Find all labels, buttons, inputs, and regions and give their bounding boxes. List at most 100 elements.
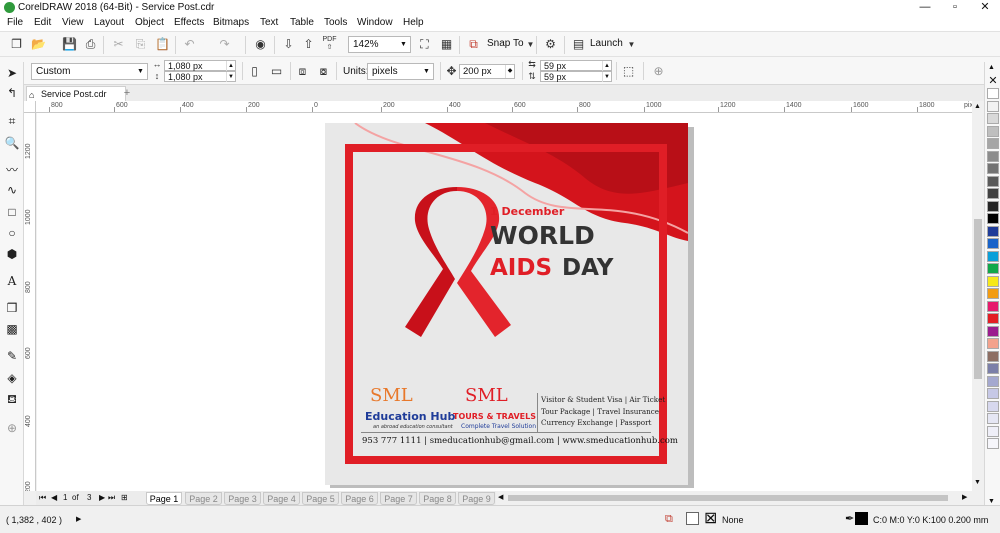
previous-page-icon[interactable]: ◀ xyxy=(51,493,57,502)
color-swatch[interactable] xyxy=(987,125,999,137)
vertical-scroll-thumb[interactable] xyxy=(974,219,982,379)
scroll-down-icon[interactable]: ▼ xyxy=(974,479,981,486)
close-button[interactable]: ✕ xyxy=(970,0,1000,16)
last-page-icon[interactable]: ⏭ xyxy=(108,493,115,503)
undo-icon[interactable]: ↶ xyxy=(181,36,198,53)
menu-file[interactable]: File xyxy=(7,17,23,28)
color-swatch[interactable] xyxy=(987,438,999,449)
horizontal-ruler[interactable]: 800 600 400 200 0 200 400 600 800 1000 1200 1400 160… xyxy=(36,101,984,113)
spin-arrows-icon[interactable]: ▲ xyxy=(226,61,235,71)
page-tab-7[interactable]: Page 7 xyxy=(380,492,417,505)
page-tab-2[interactable]: Page 2 xyxy=(185,492,222,505)
first-page-icon[interactable]: ⏮ xyxy=(39,493,46,503)
add-page-icon[interactable]: ⊞ xyxy=(121,493,128,502)
color-swatch[interactable] xyxy=(987,88,999,99)
color-swatch[interactable] xyxy=(987,313,999,324)
pick-tool-icon[interactable]: ➤ xyxy=(3,64,21,82)
polygon-tool-icon[interactable]: ⬢ xyxy=(3,245,21,263)
menu-help[interactable]: Help xyxy=(403,17,424,28)
export-icon[interactable]: ⇧ xyxy=(300,36,317,53)
menu-window[interactable]: Window xyxy=(357,17,393,28)
full-screen-preview-icon[interactable]: ⛶ xyxy=(416,36,433,53)
page-tab-5[interactable]: Page 5 xyxy=(302,492,339,505)
vertical-scrollbar[interactable]: ▲ ▼ xyxy=(972,101,984,491)
import-icon[interactable]: ⇩ xyxy=(280,36,297,53)
scroll-right-icon[interactable]: ▶ xyxy=(962,493,967,501)
page-size-preset-combo[interactable]: Custom ▼ xyxy=(31,63,148,80)
page-tab-3[interactable]: Page 3 xyxy=(224,492,261,505)
color-swatch[interactable] xyxy=(987,163,999,174)
next-page-icon[interactable]: ▶ xyxy=(99,493,105,502)
color-swatch[interactable] xyxy=(987,113,999,124)
color-swatch[interactable] xyxy=(987,388,999,399)
status-expand-arrow-icon[interactable]: ▶ xyxy=(76,515,81,523)
crop-tool-icon[interactable]: ⌗ xyxy=(3,112,21,130)
menu-edit[interactable]: Edit xyxy=(34,17,51,28)
color-swatch[interactable] xyxy=(987,300,999,312)
add-tab-icon[interactable]: + xyxy=(120,86,134,100)
spin-arrows-icon[interactable]: ▼ xyxy=(226,72,235,82)
page-tab-4[interactable]: Page 4 xyxy=(263,492,300,505)
publish-pdf-icon[interactable]: PDF ⇧ xyxy=(321,36,338,53)
current-page-icon[interactable]: ⧇ xyxy=(315,63,332,80)
color-swatch[interactable] xyxy=(987,413,999,424)
page-tab-1[interactable]: Page 1 xyxy=(146,492,182,505)
color-swatch[interactable] xyxy=(987,350,999,362)
quick-customize-plus-icon[interactable]: ⊕ xyxy=(650,63,667,80)
color-swatch[interactable] xyxy=(987,225,999,237)
restore-button[interactable]: ▫ xyxy=(940,0,970,16)
menu-layout[interactable]: Layout xyxy=(94,17,124,28)
landscape-icon[interactable]: ▭ xyxy=(268,63,285,80)
launch-icon[interactable]: ▤ xyxy=(570,36,587,53)
zoom-level-combo[interactable]: 142% ▼ xyxy=(348,36,411,53)
shape-tool-icon[interactable]: ↰ xyxy=(3,84,21,102)
fill-indicator-icon[interactable]: ⧉ xyxy=(665,513,673,526)
copy-icon[interactable]: ⎘ xyxy=(132,36,149,53)
transparency-tool-icon[interactable]: ▩ xyxy=(3,320,21,338)
document-tab[interactable]: ⌂ Service Post.cdr xyxy=(26,86,126,101)
minimize-button[interactable]: — xyxy=(910,0,940,16)
color-swatch[interactable] xyxy=(987,213,999,224)
cut-icon[interactable]: ✂ xyxy=(110,36,127,53)
all-pages-icon[interactable]: ⧈ xyxy=(294,63,311,80)
page-tab-6[interactable]: Page 6 xyxy=(341,492,378,505)
save-icon[interactable]: 💾 xyxy=(61,36,78,53)
spin-arrows-icon[interactable]: ▼ xyxy=(602,72,611,82)
color-swatch[interactable] xyxy=(987,363,999,374)
ellipse-tool-icon[interactable]: ○ xyxy=(3,224,21,242)
chevron-down-icon[interactable]: ▼ xyxy=(623,36,640,53)
color-swatch[interactable] xyxy=(987,263,999,274)
color-swatch[interactable] xyxy=(987,150,999,162)
duplicate-distance-x-input[interactable]: 59 px ▲ xyxy=(540,60,612,71)
color-swatch[interactable] xyxy=(987,275,999,287)
menu-bitmaps[interactable]: Bitmaps xyxy=(213,17,249,28)
spin-arrows-icon[interactable]: ▲ xyxy=(602,61,611,71)
units-combo[interactable]: pixels ▼ xyxy=(367,63,434,80)
color-swatch[interactable] xyxy=(987,200,999,212)
vertical-ruler[interactable]: 1200 1000 800 600 400 200 xyxy=(24,113,36,491)
launch-button[interactable]: Launch xyxy=(590,38,623,49)
search-content-icon[interactable]: ◉ xyxy=(252,36,269,53)
color-swatch[interactable] xyxy=(987,400,999,412)
redo-icon[interactable]: ↷ xyxy=(216,36,233,53)
freehand-tool-icon[interactable]: 〰 xyxy=(3,161,21,179)
menu-text[interactable]: Text xyxy=(260,17,278,28)
eyedropper-tool-icon[interactable]: ✎ xyxy=(3,347,21,365)
zoom-tool-icon[interactable]: 🔍 xyxy=(3,134,21,152)
open-icon[interactable]: 📂 xyxy=(30,36,47,53)
color-swatch[interactable] xyxy=(987,175,999,187)
treat-as-filled-icon[interactable]: ⬚ xyxy=(620,63,637,80)
color-swatch[interactable] xyxy=(987,375,999,387)
options-gear-icon[interactable]: ⚙ xyxy=(542,36,559,53)
portrait-icon[interactable]: ▯ xyxy=(246,63,263,80)
page-height-input[interactable]: 1,080 px ▼ xyxy=(164,71,236,82)
horizontal-scrollbar[interactable]: ◀ ▶ xyxy=(498,493,972,503)
menu-effects[interactable]: Effects xyxy=(174,17,204,28)
color-swatch[interactable] xyxy=(987,425,999,437)
drawing-canvas[interactable]: 1 December WORLD AIDS DAY SML Education … xyxy=(37,113,972,491)
document-page[interactable]: 1 December WORLD AIDS DAY SML Education … xyxy=(325,123,688,485)
text-tool-icon[interactable]: A xyxy=(3,272,21,290)
outline-swatch[interactable] xyxy=(855,512,868,525)
duplicate-distance-y-input[interactable]: 59 px ▼ xyxy=(540,71,612,82)
add-tool-plus-icon[interactable]: ⊕ xyxy=(3,419,21,437)
